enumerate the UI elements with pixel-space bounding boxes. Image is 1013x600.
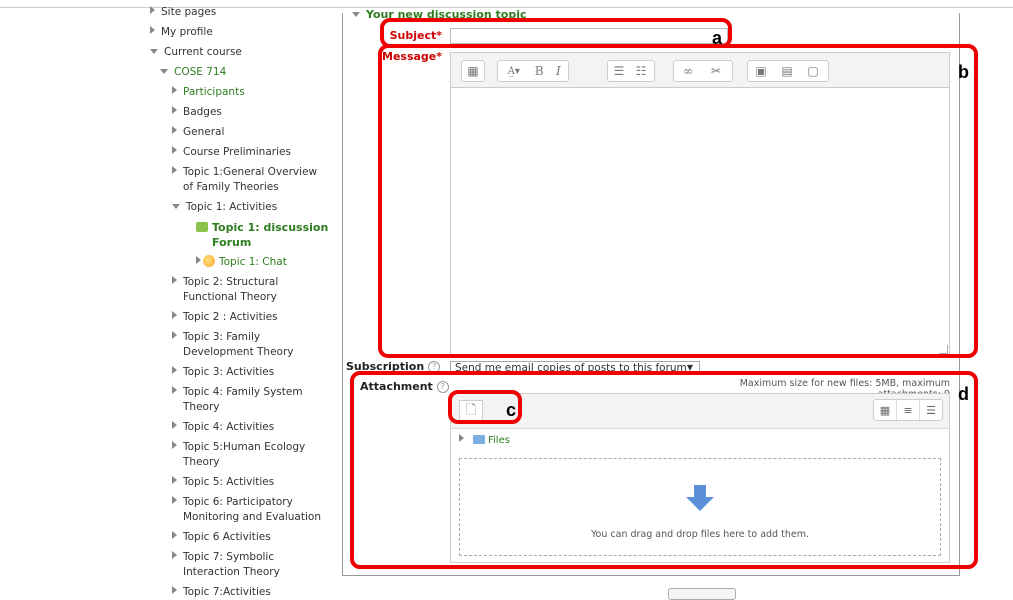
nav-item-label: Current course (164, 46, 242, 58)
collapse-arrow-icon (172, 204, 180, 209)
nav-item-label: Topic 1: discussion (212, 221, 329, 234)
expand-arrow-icon (172, 86, 177, 94)
collapse-icon (352, 12, 360, 17)
nav-item[interactable]: Site pages (150, 5, 216, 20)
annotation-label-d: d (958, 384, 969, 404)
nav-item-label: Site pages (161, 6, 217, 18)
highlight-box-d (350, 371, 978, 569)
nav-item[interactable]: Topic 3: Activities (172, 365, 274, 380)
nav-item-label: Topic 2: Structural (183, 276, 279, 288)
nav-item[interactable]: Topic 1: Activities (172, 200, 277, 215)
nav-item[interactable]: Topic 3: Family Development Theory (172, 330, 294, 360)
chat-icon (203, 255, 215, 267)
nav-item-label: Topic 1: Chat (219, 256, 287, 268)
expand-arrow-icon (172, 166, 177, 174)
nav-item[interactable]: Badges (172, 105, 222, 120)
nav-item-label: Topic 1: Activities (186, 201, 278, 213)
nav-item-label: Topic 4: Activities (183, 421, 275, 433)
submit-button[interactable] (668, 588, 736, 600)
nav-item-label: Topic 5: Activities (183, 476, 275, 488)
nav-item[interactable]: Topic 1: discussion Forum (196, 220, 328, 250)
nav-item[interactable]: COSE 714 (160, 65, 226, 80)
nav-item[interactable]: Topic 6: Participatory Monitoring and Eva… (172, 495, 321, 525)
nav-item[interactable]: Topic 4: Family System Theory (172, 385, 303, 415)
nav-item-label: Topic 3: Family (183, 331, 261, 343)
expand-arrow-icon (172, 126, 177, 134)
nav-item-label: COSE 714 (174, 66, 227, 78)
expand-arrow-icon (172, 146, 177, 154)
expand-arrow-icon (172, 366, 177, 374)
nav-item-label-cont: Monitoring and Evaluation (183, 511, 321, 523)
nav-item[interactable]: Course Preliminaries (172, 145, 291, 160)
nav-item-label: My profile (161, 26, 213, 38)
nav-item-label: Badges (183, 106, 222, 118)
nav-item-label-cont: of Family Theories (183, 181, 279, 193)
nav-item[interactable]: Topic 5: Activities (172, 475, 274, 490)
nav-item-label-cont: Theory (183, 456, 220, 468)
expand-arrow-icon (172, 276, 177, 284)
expand-arrow-icon (172, 531, 177, 539)
nav-item-label: Topic 4: Family System (183, 386, 303, 398)
expand-arrow-icon (196, 256, 201, 264)
expand-arrow-icon (172, 441, 177, 449)
highlight-box-b (378, 44, 978, 358)
expand-arrow-icon (150, 26, 155, 34)
nav-item[interactable]: Topic 4: Activities (172, 420, 274, 435)
annotation-label-b: b (958, 62, 969, 82)
nav-item-label: Topic 6 Activities (183, 531, 271, 543)
nav-item-label-cont: Theory (183, 401, 220, 413)
expand-arrow-icon (172, 476, 177, 484)
expand-arrow-icon (172, 106, 177, 114)
nav-item-label: General (183, 126, 225, 138)
nav-item-label: Topic 1:General Overview (183, 166, 318, 178)
expand-arrow-icon (150, 6, 155, 14)
expand-arrow-icon (172, 421, 177, 429)
expand-arrow-icon (172, 386, 177, 394)
nav-item-label-cont: Interaction Theory (183, 566, 280, 578)
nav-item[interactable]: General (172, 125, 224, 140)
collapse-arrow-icon (150, 49, 158, 54)
expand-arrow-icon (172, 496, 177, 504)
nav-item-label: Topic 7:Activities (183, 586, 271, 598)
expand-arrow-icon (172, 551, 177, 559)
nav-item-label-cont: Forum (212, 236, 252, 249)
nav-item-label-cont: Functional Theory (183, 291, 277, 303)
forum-icon (196, 222, 208, 232)
nav-item-label: Topic 6: Participatory (183, 496, 293, 508)
nav-item-label: Topic 2 : Activities (183, 311, 278, 323)
expand-arrow-icon (172, 311, 177, 319)
nav-item-label: Topic 5:Human Ecology (183, 441, 306, 453)
nav-item[interactable]: Topic 7: Symbolic Interaction Theory (172, 550, 280, 580)
nav-item[interactable]: My profile (150, 25, 213, 40)
nav-item-label: Topic 3: Activities (183, 366, 275, 378)
nav-item[interactable]: Topic 6 Activities (172, 530, 271, 545)
collapse-arrow-icon (160, 69, 168, 74)
nav-item-label: Topic 7: Symbolic (183, 551, 275, 563)
nav-item-label: Participants (183, 86, 245, 98)
nav-item[interactable]: Participants (172, 85, 245, 100)
nav-item-label: Course Preliminaries (183, 146, 291, 158)
nav-item[interactable]: Topic 2 : Activities (172, 310, 278, 325)
nav-item[interactable]: Topic 1: Chat (196, 255, 287, 270)
nav-item-label-cont: Development Theory (183, 346, 294, 358)
expand-arrow-icon (172, 331, 177, 339)
nav-item[interactable]: Current course (150, 45, 242, 60)
nav-item[interactable]: Topic 5:Human Ecology Theory (172, 440, 305, 470)
nav-item[interactable]: Topic 1:General Overview of Family Theori… (172, 165, 317, 195)
nav-item[interactable]: Topic 2: Structural Functional Theory (172, 275, 278, 305)
